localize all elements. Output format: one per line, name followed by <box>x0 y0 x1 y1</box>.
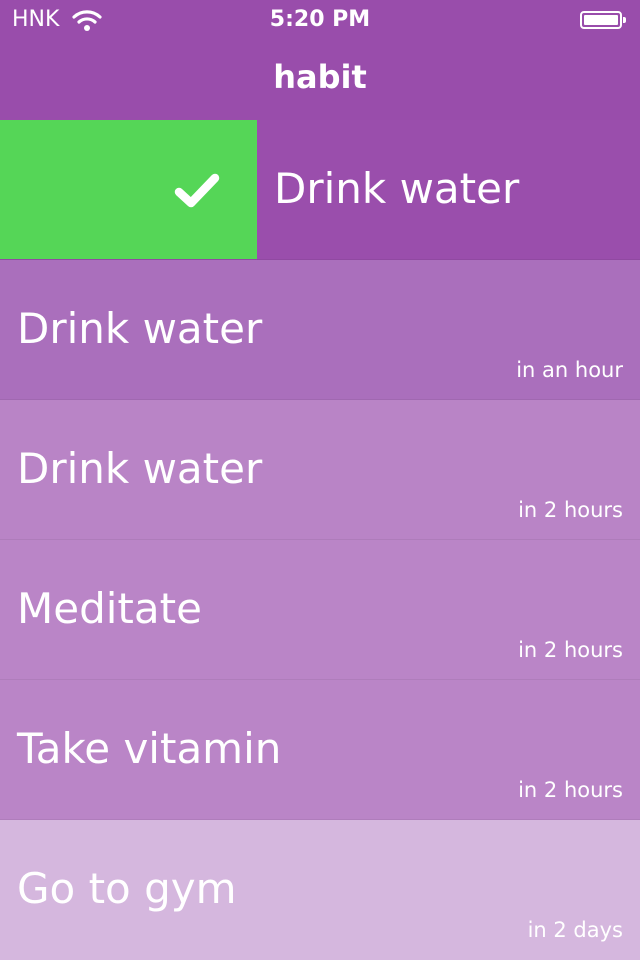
habit-name: Drink water <box>274 164 520 213</box>
habit-due: in 2 days <box>527 918 623 942</box>
habit-due: in 2 hours <box>518 778 623 802</box>
habit-row[interactable]: Drink water in an hour <box>0 260 640 400</box>
habit-row[interactable]: Meditate in 2 hours <box>0 540 640 680</box>
checkmark-icon[interactable] <box>174 172 220 210</box>
habit-row[interactable]: Go to gym in 2 days <box>0 820 640 960</box>
habit-row[interactable]: Drink water in 2 hours <box>0 400 640 540</box>
habit-due: in 2 hours <box>518 498 623 522</box>
habit-name: Drink water <box>17 444 263 493</box>
habit-row-swiped[interactable]: Drink water <box>0 120 640 260</box>
habit-due: in 2 hours <box>518 638 623 662</box>
habit-name: Take vitamin <box>17 724 282 773</box>
app-title: habit <box>273 58 367 96</box>
battery-full-icon <box>580 11 626 29</box>
status-time: 5:20 PM <box>269 7 371 32</box>
habit-name: Meditate <box>17 584 202 633</box>
habit-name: Drink water <box>17 304 263 353</box>
habit-name: Go to gym <box>17 864 237 913</box>
habit-due: in an hour <box>516 358 623 382</box>
nav-bar: habit <box>0 40 640 120</box>
status-bar: HNK 5:20 PM <box>0 0 640 40</box>
habit-row[interactable]: Take vitamin in 2 hours <box>0 680 640 820</box>
